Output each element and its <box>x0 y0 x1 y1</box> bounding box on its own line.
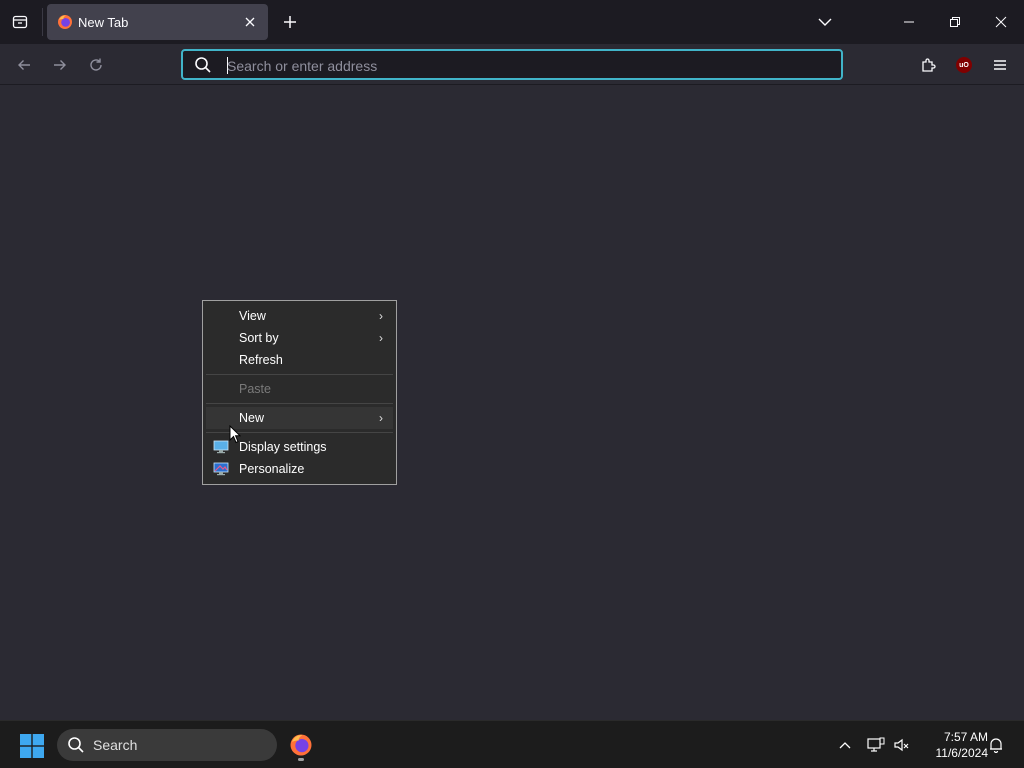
firefox-view-icon <box>12 15 28 29</box>
menu-item-label: Refresh <box>239 353 283 367</box>
firefox-icon <box>290 734 312 756</box>
ublock-icon: uO <box>956 57 972 73</box>
navigation-toolbar: uO <box>0 44 1024 85</box>
chevron-right-icon: › <box>379 309 383 323</box>
chevron-down-icon <box>818 18 832 26</box>
url-bar[interactable] <box>181 49 843 80</box>
forward-button[interactable] <box>46 52 74 78</box>
search-icon <box>195 57 211 73</box>
menu-item-paste: Paste <box>206 378 393 400</box>
tab-separator <box>42 8 43 36</box>
page-content[interactable] <box>0 86 1024 720</box>
context-menu: View › Sort by › Refresh Paste New › Dis… <box>202 300 397 485</box>
restore-button[interactable] <box>932 0 978 44</box>
taskbar: Search 7:57 AM 11/6/2024 <box>0 720 1024 768</box>
close-tab-button[interactable] <box>240 12 260 32</box>
tab-title: New Tab <box>78 15 129 30</box>
app-menu-button[interactable] <box>986 52 1014 78</box>
close-icon <box>245 17 255 27</box>
menu-item-label: View <box>239 309 266 323</box>
network-button[interactable] <box>866 735 886 755</box>
chevron-right-icon: › <box>379 331 383 345</box>
menu-item-label: New <box>239 411 265 425</box>
menu-item-refresh[interactable]: Refresh <box>206 349 393 371</box>
personalize-icon <box>213 462 229 476</box>
new-tab-button[interactable] <box>279 11 301 33</box>
show-hidden-icons-button[interactable] <box>835 735 855 755</box>
menu-item-personalize[interactable]: Personalize <box>206 458 393 480</box>
search-icon <box>68 737 84 753</box>
running-indicator <box>298 758 304 761</box>
close-icon <box>995 16 1007 28</box>
minimize-icon <box>904 21 914 23</box>
minimize-button[interactable] <box>886 0 932 44</box>
firefox-view-button[interactable] <box>8 10 32 34</box>
ublock-button[interactable]: uO <box>950 52 978 78</box>
close-window-button[interactable] <box>978 0 1024 44</box>
menu-item-sort-by[interactable]: Sort by › <box>206 327 393 349</box>
list-all-tabs-button[interactable] <box>802 0 848 44</box>
forward-icon <box>54 60 66 70</box>
bell-icon <box>990 738 1002 753</box>
back-icon <box>18 60 30 70</box>
display-settings-icon <box>213 440 229 454</box>
mouse-cursor-icon <box>229 425 241 444</box>
clock-time: 7:57 AM <box>943 730 988 744</box>
reload-button[interactable] <box>82 52 110 78</box>
tab-strip: New Tab <box>0 0 1024 44</box>
tab-new-tab[interactable]: New Tab <box>47 4 268 40</box>
menu-separator <box>206 374 393 375</box>
extensions-button[interactable] <box>914 52 942 78</box>
volume-button[interactable] <box>892 735 912 755</box>
back-button[interactable] <box>10 52 38 78</box>
taskbar-clock[interactable]: 7:57 AM 11/6/2024 <box>918 729 989 761</box>
menu-icon <box>994 60 1006 70</box>
windows-start-icon[interactable] <box>20 734 44 758</box>
plus-icon <box>284 16 296 28</box>
menu-separator <box>206 403 393 404</box>
taskbar-app-firefox[interactable] <box>286 729 316 763</box>
taskbar-search-box[interactable]: Search <box>57 729 277 761</box>
network-icon <box>867 737 885 752</box>
reload-icon <box>90 58 102 71</box>
notifications-button[interactable] <box>986 735 1006 755</box>
menu-item-label: Sort by <box>239 331 279 345</box>
clock-date: 11/6/2024 <box>935 746 989 760</box>
menu-item-label: Paste <box>239 382 271 396</box>
menu-item-view[interactable]: View › <box>206 305 393 327</box>
menu-item-label: Display settings <box>239 440 327 454</box>
volume-muted-icon <box>894 738 909 752</box>
address-input[interactable] <box>227 56 827 76</box>
extensions-icon <box>922 58 936 72</box>
menu-item-label: Personalize <box>239 462 305 476</box>
chevron-right-icon: › <box>379 411 383 425</box>
firefox-icon <box>58 15 72 29</box>
chevron-up-icon <box>839 742 851 749</box>
taskbar-search-label: Search <box>93 737 138 753</box>
restore-icon <box>950 17 960 27</box>
